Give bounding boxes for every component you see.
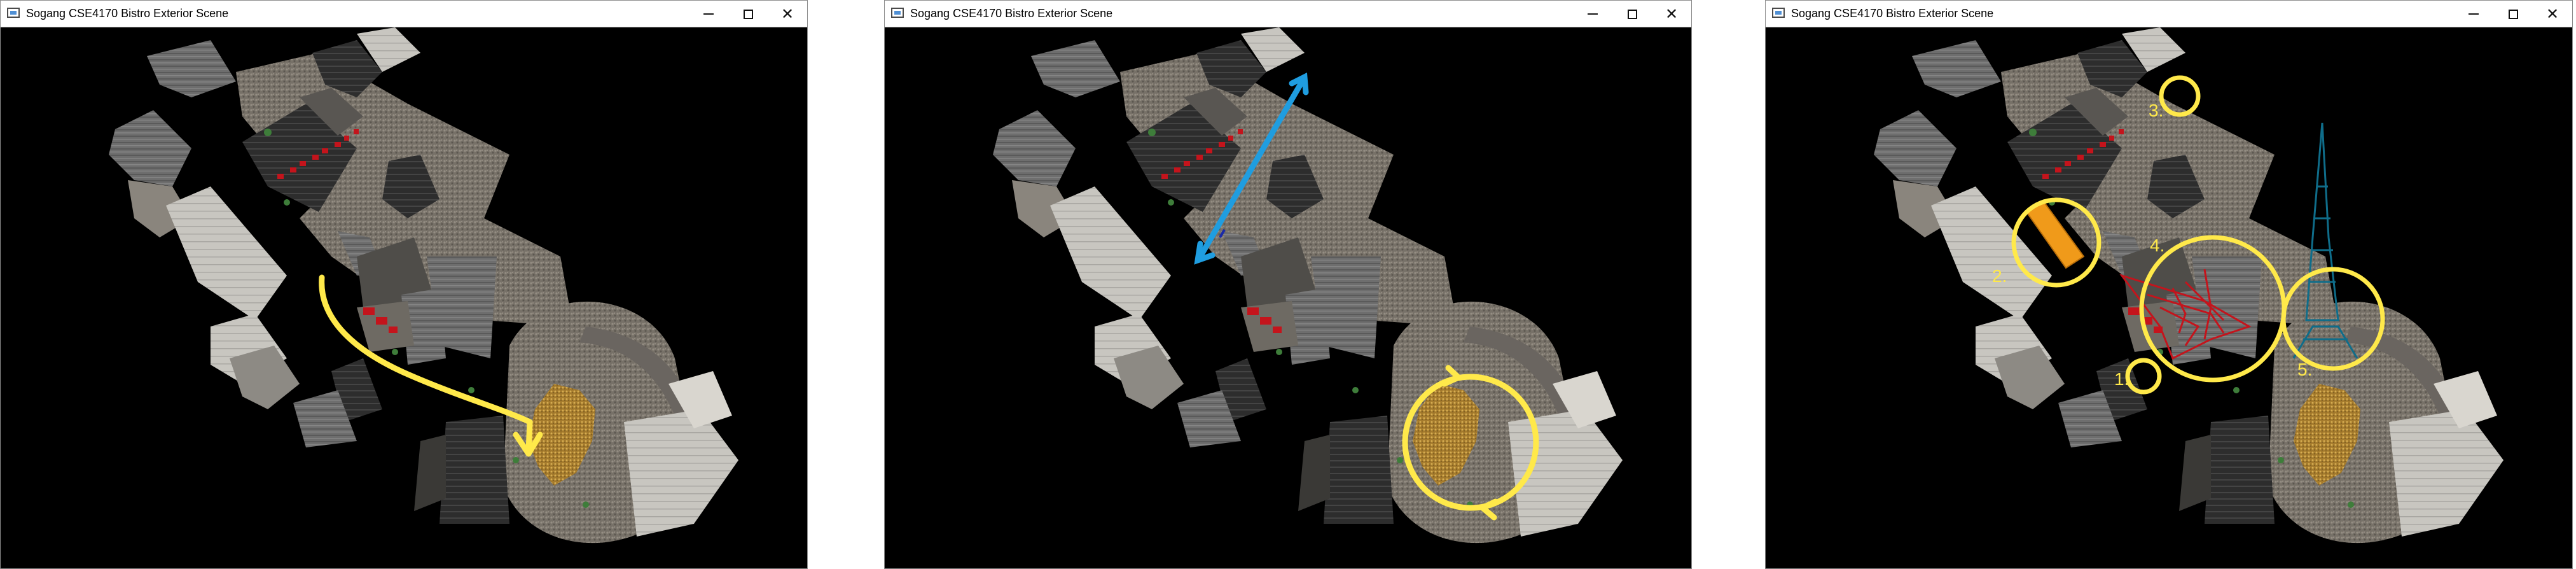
maximize-icon	[2508, 9, 2518, 19]
title-bar[interactable]: Sogang CSE4170 Bistro Exterior Scene ✕	[885, 1, 1691, 27]
minimize-button[interactable]	[2454, 1, 2493, 27]
scene-render: 1. 2. 3. 4. 5.	[1874, 27, 2503, 544]
close-icon: ✕	[780, 5, 794, 23]
window-title: Sogang CSE4170 Bistro Exterior Scene	[26, 7, 229, 20]
window-app-icon[interactable]	[1772, 8, 1785, 18]
title-bar[interactable]: Sogang CSE4170 Bistro Exterior Scene ✕	[1, 1, 807, 27]
window-app-icon[interactable]	[7, 8, 20, 18]
title-bar[interactable]: Sogang CSE4170 Bistro Exterior Scene ✕	[1766, 1, 2572, 27]
maximize-icon	[743, 9, 753, 19]
minimize-icon	[1588, 13, 1598, 15]
window-title: Sogang CSE4170 Bistro Exterior Scene	[1791, 7, 1994, 20]
marker-label-3: 3.	[2149, 101, 2163, 120]
scene-render	[993, 27, 1623, 544]
close-button[interactable]: ✕	[2533, 1, 2572, 27]
app-window-1: Sogang CSE4170 Bistro Exterior Scene ✕	[0, 0, 808, 569]
scene-render	[109, 27, 738, 544]
app-window-2: Sogang CSE4170 Bistro Exterior Scene ✕	[884, 0, 1692, 569]
minimize-button[interactable]	[1573, 1, 1612, 27]
marker-label-1: 1.	[2114, 369, 2129, 389]
render-viewport[interactable]: 1. 2. 3. 4. 5.	[1766, 27, 2572, 568]
minimize-icon	[2469, 13, 2479, 15]
marker-label-2: 2.	[1992, 266, 2007, 286]
maximize-button[interactable]	[1612, 1, 1652, 27]
render-viewport[interactable]	[885, 27, 1691, 568]
render-viewport[interactable]	[1, 27, 807, 568]
maximize-icon	[1627, 9, 1637, 19]
marker-label-4: 4.	[2150, 235, 2164, 255]
close-icon: ✕	[2545, 5, 2559, 23]
window-app-icon[interactable]	[891, 8, 904, 18]
maximize-button[interactable]	[2493, 1, 2533, 27]
app-window-3: Sogang CSE4170 Bistro Exterior Scene ✕ 1…	[1765, 0, 2573, 569]
window-title: Sogang CSE4170 Bistro Exterior Scene	[910, 7, 1113, 20]
close-icon: ✕	[1665, 5, 1679, 23]
marker-label-5: 5.	[2297, 360, 2312, 379]
minimize-icon	[703, 13, 714, 15]
close-button[interactable]: ✕	[768, 1, 807, 27]
maximize-button[interactable]	[728, 1, 768, 27]
close-button[interactable]: ✕	[1652, 1, 1691, 27]
minimize-button[interactable]	[689, 1, 728, 27]
